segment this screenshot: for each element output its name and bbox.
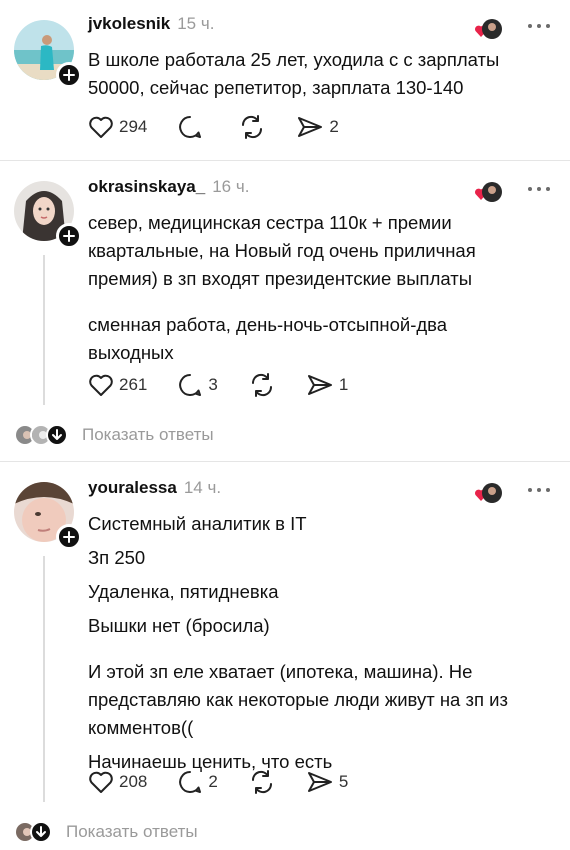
repost-arrows-icon [251, 770, 272, 794]
post-text-line: Системный аналитик в IT [88, 513, 307, 534]
comment-button[interactable]: 2 [177, 769, 218, 795]
thread-line [43, 255, 45, 405]
repost-button[interactable] [248, 769, 276, 795]
post-text-line: представляю как некоторые люди живут на … [88, 689, 508, 710]
follow-button[interactable] [56, 62, 82, 88]
post-text-line: В школе работала 25 лет, уходила с с зар… [88, 49, 500, 70]
share-count: 1 [338, 375, 349, 394]
comment-bubble-icon [179, 374, 202, 396]
like-count: 294 [119, 117, 148, 136]
post-text-line: квартальные, на Новый год очень прилична… [88, 240, 476, 261]
comment-bubble-icon [179, 771, 202, 793]
post-text-line: премия) в зп входят президентские выплат… [88, 268, 473, 289]
send-icon [307, 375, 332, 395]
repost-button[interactable] [238, 114, 266, 140]
heart-reaction-icon[interactable] [474, 18, 502, 40]
show-replies-label: Показать ответы [66, 822, 198, 841]
heart-outline-icon [89, 116, 113, 138]
comment-button[interactable] [177, 114, 208, 140]
comment-count: 2 [208, 772, 218, 791]
heart-reaction-icon[interactable] [474, 181, 502, 203]
post-text-line: комментов(( [88, 717, 194, 738]
post-actions: 261 3 1 [88, 370, 378, 400]
post-text-line: Зп 250 [88, 547, 146, 568]
post-1: jvkolesnik 15 ч. В школе работала 25 лет… [0, 0, 570, 160]
username[interactable]: jvkolesnik [88, 14, 170, 34]
show-replies-button[interactable]: Показать ответы [14, 423, 214, 447]
more-dots-icon[interactable] [528, 16, 550, 36]
follow-button[interactable] [56, 223, 82, 249]
share-count: 5 [338, 772, 349, 791]
post-3: youralessa 14 ч. Системный аналитик в IT… [0, 462, 570, 850]
more-dots-icon[interactable] [528, 179, 550, 199]
plus-icon [63, 69, 75, 81]
plus-icon [63, 531, 75, 543]
repost-button[interactable] [248, 372, 276, 398]
send-icon [307, 772, 332, 792]
post-time: 16 ч. [212, 177, 250, 196]
heart-reaction-icon[interactable] [474, 482, 502, 504]
repost-arrows-icon [242, 115, 263, 139]
post-text-line: И этой зп еле хватает (ипотека, машина).… [88, 661, 473, 682]
like-button[interactable]: 261 [88, 373, 147, 397]
chevron-down-icon [30, 821, 52, 843]
avatar-jvkolesnik[interactable] [14, 20, 82, 88]
like-button[interactable]: 294 [88, 115, 147, 139]
post-text-line: сменная работа, день-ночь-отсыпной-два [88, 314, 448, 335]
share-button[interactable]: 1 [306, 373, 348, 397]
comment-count: 3 [208, 375, 218, 394]
post-actions: 294 2 [88, 112, 369, 142]
post-text-line: выходных [88, 342, 174, 363]
repost-arrows-icon [251, 373, 272, 397]
more-dots-icon[interactable] [528, 480, 550, 500]
comment-bubble-icon [179, 116, 202, 138]
post-text-line: Вышки нет (бросила) [88, 615, 270, 636]
like-button[interactable]: 208 [88, 770, 147, 794]
heart-outline-icon [89, 374, 113, 396]
post-actions: 208 2 5 [88, 767, 378, 797]
like-count: 261 [119, 375, 148, 394]
post-time: 15 ч. [177, 14, 215, 33]
chevron-down-icon [46, 424, 68, 446]
comment-button[interactable]: 3 [177, 372, 218, 398]
heart-outline-icon [89, 771, 113, 793]
post-text-line: 50000, сейчас репетитор, зарплата 130-14… [88, 77, 464, 98]
share-button[interactable]: 2 [296, 115, 339, 139]
avatar-youralessa[interactable] [14, 482, 82, 550]
username[interactable]: okrasinskaya_ [88, 177, 205, 197]
username[interactable]: youralessa [88, 478, 177, 498]
send-icon [298, 117, 323, 137]
post-time: 14 ч. [183, 478, 222, 497]
follow-button[interactable] [56, 524, 82, 550]
share-button[interactable]: 5 [306, 770, 348, 794]
show-replies-label: Показать ответы [82, 425, 214, 444]
avatar-okrasinskaya[interactable] [14, 181, 82, 249]
thread-line [43, 556, 45, 802]
post-text-line: Удаленка, пятидневка [88, 581, 279, 602]
share-count: 2 [329, 117, 339, 136]
like-count: 208 [119, 772, 148, 791]
post-text-line: север, медицинская сестра 110к + премии [88, 212, 452, 233]
plus-icon [63, 230, 75, 242]
post-2: okrasinskaya_ 16 ч. север, медицинская с… [0, 161, 570, 461]
show-replies-button[interactable]: Показать ответы [14, 820, 198, 844]
